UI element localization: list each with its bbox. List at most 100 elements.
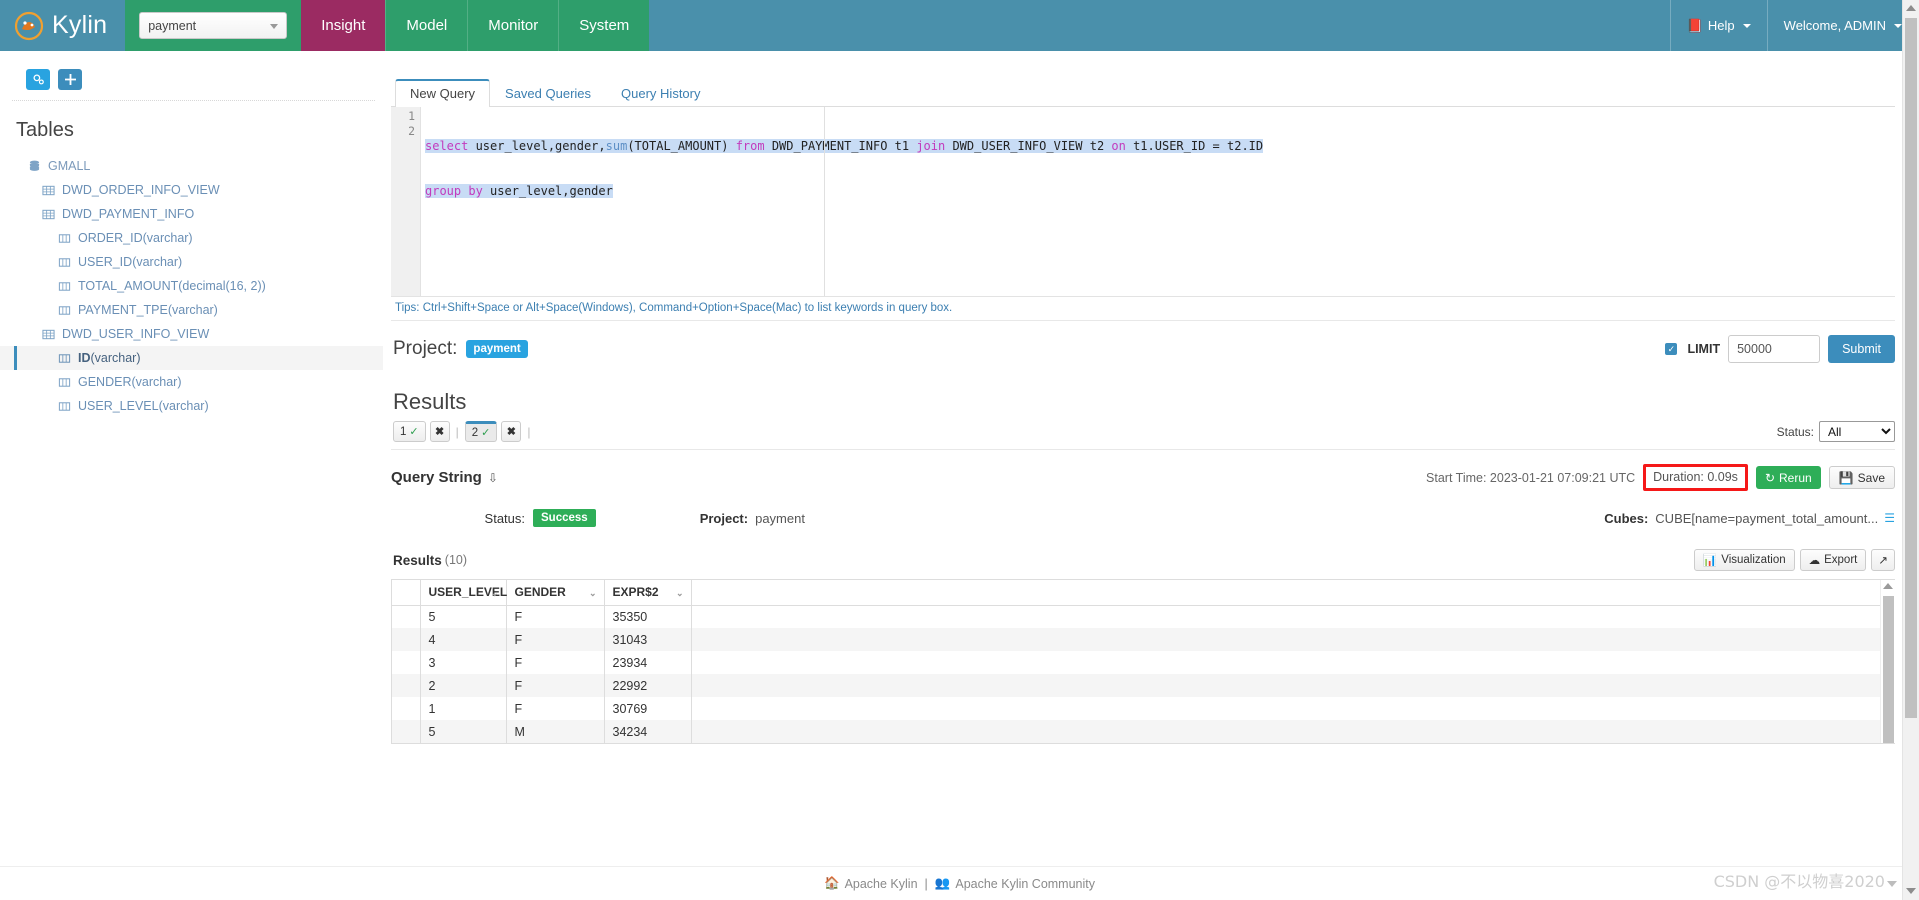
row-handle (392, 674, 421, 697)
rerun-button[interactable]: ↻ Rerun (1755, 466, 1821, 489)
column-header-expr2[interactable]: EXPR$2 ⌄ (604, 580, 692, 606)
column-header-user-level[interactable]: USER_LEVEL ⌄ (420, 580, 507, 606)
watermark-text: CSDN @不以物喜2020 (1713, 872, 1885, 891)
scroll-thumb[interactable] (1883, 596, 1894, 743)
tree-node-dwd-user-info-view[interactable]: DWD_USER_INFO_VIEW (0, 322, 383, 346)
table-row[interactable]: 3 F 23934 (392, 651, 1895, 674)
tree-node-user-id[interactable]: USER_ID(varchar) (0, 250, 383, 274)
table-row[interactable]: 4 F 31043 (392, 628, 1895, 651)
help-label: Help (1707, 18, 1735, 33)
tree-node-gmall[interactable]: GMALL (0, 154, 383, 178)
nav-label-model: Model (406, 17, 448, 34)
nav-item-system[interactable]: System (558, 0, 650, 51)
chevron-double-down-icon[interactable]: ⇩ (488, 471, 498, 485)
kylin-logo-icon (14, 11, 44, 41)
caret-down-icon (1887, 881, 1897, 887)
table-icon (42, 328, 55, 341)
footer-link-community[interactable]: 👥 Apache Kylin Community (935, 876, 1095, 891)
help-menu[interactable]: 📕 Help (1669, 0, 1767, 51)
check-icon: ✓ (409, 426, 419, 438)
visualization-label: Visualization (1721, 554, 1786, 566)
table-row[interactable]: 1 F 30769 (392, 697, 1895, 720)
scroll-up-icon[interactable] (1883, 583, 1893, 589)
tree-node-id[interactable]: ID(varchar) (0, 346, 383, 370)
cell-filler (691, 628, 1895, 651)
nav-item-model[interactable]: Model (385, 0, 468, 51)
close-result-tab-1[interactable]: ✖ (429, 421, 450, 442)
cell-gender: F (506, 651, 605, 674)
code-line-2: group by user_level,gender (425, 184, 613, 198)
tab-saved-queries[interactable]: Saved Queries (490, 80, 606, 107)
limit-checkbox[interactable]: ✓ (1665, 343, 1678, 355)
query-tab-bar: New Query Saved Queries Query History (391, 77, 1895, 107)
table-row[interactable]: 5 F 35350 (392, 605, 1895, 628)
project-select-container: payment (125, 0, 302, 51)
editor-code[interactable]: select user_level,gender,sum(TOTAL_AMOUN… (421, 107, 1895, 296)
query-actions: Start Time: 2023-01-21 07:09:21 UTC Dura… (1426, 464, 1895, 491)
page-scrollbar[interactable] (1902, 0, 1919, 900)
tab-separator: | (455, 424, 459, 439)
brand-logo-area[interactable]: Kylin (0, 0, 125, 51)
table-row[interactable]: 5 M 34234 (392, 720, 1895, 743)
chevron-down-icon (1742, 23, 1751, 28)
scroll-up-icon[interactable] (1906, 5, 1916, 11)
nav-item-insight[interactable]: Insight (301, 0, 386, 51)
tree-node-total-amount[interactable]: TOTAL_AMOUNT(decimal(16, 2)) (0, 274, 383, 298)
tree-label: DWD_USER_INFO_VIEW (62, 327, 210, 341)
list-icon[interactable]: ☰ (1884, 511, 1895, 525)
submit-button[interactable]: Submit (1828, 335, 1895, 363)
save-button[interactable]: 💾 Save (1828, 466, 1895, 489)
chevron-down-icon (1894, 23, 1902, 28)
cell-filler (691, 605, 1895, 628)
results-count: (10) (444, 553, 468, 567)
sql-editor[interactable]: 1 2 select user_level,gender,sum(TOTAL_A… (391, 107, 1895, 297)
duration-label: Duration: 0.09s (1643, 464, 1748, 491)
status-filter: Status: All (1777, 421, 1895, 442)
cell-expr2: 35350 (604, 605, 692, 628)
main-menu: Insight Model Monitor System (301, 0, 650, 51)
user-menu[interactable]: Welcome, ADMIN (1766, 0, 1919, 51)
close-result-tab-2[interactable]: ✖ (501, 421, 522, 442)
footer-link-apache-kylin[interactable]: 🏠 Apache Kylin (824, 876, 918, 891)
project-badge: payment (466, 340, 528, 358)
cubes-value: CUBE[name=payment_total_amount... (1655, 510, 1879, 526)
users-icon: 👥 (934, 876, 951, 890)
plus-icon-button[interactable] (58, 69, 82, 90)
nav-label-system: System (579, 17, 630, 34)
tree-node-user-level[interactable]: USER_LEVEL(varchar) (0, 394, 383, 418)
submit-bar: Project: payment ✓ LIMIT Submit (391, 321, 1895, 377)
export-button[interactable]: ☁ Export (1799, 549, 1867, 571)
gears-icon-button[interactable] (26, 69, 50, 90)
results-table-scrollbar[interactable] (1880, 580, 1895, 743)
nav-label-monitor: Monitor (488, 17, 539, 34)
results-actions: 📊 Visualization ☁ Export ↗ (1693, 549, 1895, 571)
result-tab-2[interactable]: 2 ✓ (464, 421, 498, 442)
tree-node-dwd-order-info-view[interactable]: DWD_ORDER_INFO_VIEW (0, 178, 383, 202)
tree-label: PAYMENT_TPE(varchar) (78, 303, 218, 317)
tab-new-query[interactable]: New Query (395, 79, 491, 107)
expand-button[interactable]: ↗ (1871, 549, 1895, 571)
query-meta-row: Status: Success Project: payment Cubes: … (391, 491, 1895, 527)
status-filter-select[interactable]: All (1819, 421, 1895, 442)
tree-node-order-id[interactable]: ORDER_ID(varchar) (0, 226, 383, 250)
table-row[interactable]: 2 F 22992 (392, 674, 1895, 697)
nav-item-monitor[interactable]: Monitor (467, 0, 559, 51)
page-scroll-thumb[interactable] (1905, 18, 1917, 718)
tab-label: Query History (621, 86, 701, 101)
tab-query-history[interactable]: Query History (606, 80, 715, 107)
tree-node-dwd-payment-info[interactable]: DWD_PAYMENT_INFO (0, 202, 383, 226)
column-header-gender[interactable]: GENDER ⌄ (506, 580, 605, 606)
visualization-button[interactable]: 📊 Visualization (1693, 549, 1795, 571)
result-tab-1[interactable]: 1 ✓ (393, 421, 426, 442)
project-key: Project: (699, 510, 749, 526)
limit-input[interactable] (1728, 335, 1821, 363)
query-string-label[interactable]: Query String (391, 469, 482, 486)
column-header-label: EXPR$2 (612, 585, 659, 600)
line-number: 1 (408, 109, 415, 123)
column-header-filler (691, 580, 1895, 606)
project-select[interactable]: payment (139, 12, 288, 39)
column-icon (58, 304, 71, 317)
tree-node-payment-tpe[interactable]: PAYMENT_TPE(varchar) (0, 298, 383, 322)
scroll-down-icon[interactable] (1906, 888, 1916, 894)
tree-node-gender[interactable]: GENDER(varchar) (0, 370, 383, 394)
